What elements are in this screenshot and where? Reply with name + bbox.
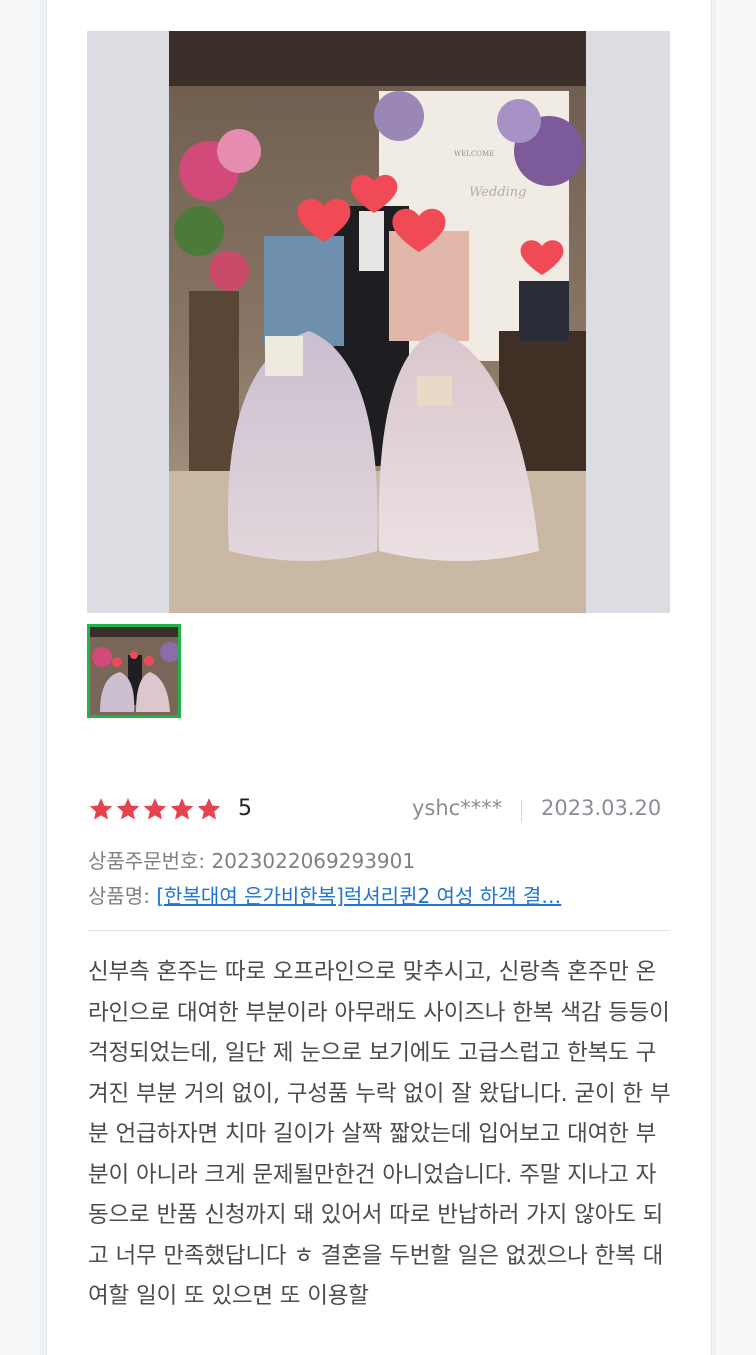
order-number-row: 상품주문번호: 2023022069293901 <box>88 845 415 874</box>
reviewer-id: yshc**** <box>412 796 503 820</box>
product-name-label: 상품명: <box>88 884 150 908</box>
thumbnail-image <box>90 627 178 715</box>
rating-value: 5 <box>238 796 252 821</box>
product-name-row: 상품명: [한복대여 은가비한복]럭셔리퀸2 여성 하객 결… <box>88 880 648 909</box>
photo-thumbnail-selected[interactable] <box>87 624 181 718</box>
section-divider <box>88 930 670 931</box>
star-icon <box>143 798 167 820</box>
review-date: 2023.03.20 <box>541 796 662 820</box>
star-icon <box>116 798 140 820</box>
svg-text:Wedding: Wedding <box>469 185 527 200</box>
star-icon <box>89 798 113 820</box>
order-number-label: 상품주문번호: <box>88 849 206 873</box>
review-body-text: 신부측 혼주는 따로 오프라인으로 맞추시고, 신랑측 혼주만 온라인으로 대여… <box>88 959 671 1309</box>
meta-divider <box>521 800 522 822</box>
svg-text:WELCOME: WELCOME <box>454 150 494 158</box>
page-background-right <box>716 0 756 1355</box>
star-icon <box>170 798 194 820</box>
star-rating <box>88 796 222 824</box>
review-photo-main[interactable]: WELCOME Wedding <box>87 31 670 613</box>
product-name-link[interactable]: [한복대여 은가비한복]럭셔리퀸2 여성 하객 결… <box>156 884 561 908</box>
page-background-left <box>0 0 40 1355</box>
wedding-photo-image: WELCOME Wedding <box>169 31 586 613</box>
order-number: 2023022069293901 <box>211 849 416 873</box>
star-icon <box>197 798 221 820</box>
